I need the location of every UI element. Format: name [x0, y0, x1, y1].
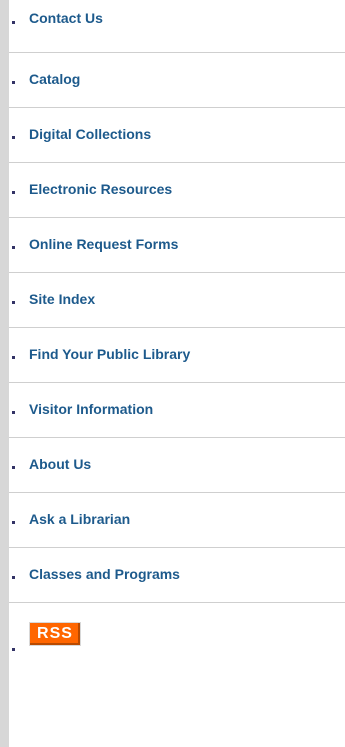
bullet-icon [12, 301, 15, 304]
bullet-icon [12, 191, 15, 194]
nav-link-classes-and-programs[interactable]: Classes and Programs [29, 566, 180, 582]
nav-list: Contact Us Catalog Digital Collections E… [9, 0, 345, 663]
bullet-icon [12, 246, 15, 249]
bullet-icon [12, 81, 15, 84]
left-border [0, 0, 9, 747]
nav-link-online-request-forms[interactable]: Online Request Forms [29, 236, 178, 252]
bullet-icon [12, 466, 15, 469]
nav-link-find-your-public-library[interactable]: Find Your Public Library [29, 346, 190, 362]
nav-link-about-us[interactable]: About Us [29, 456, 91, 472]
nav-item-online-request-forms: Online Request Forms [9, 218, 345, 273]
rss-feed-button[interactable]: RSS [29, 622, 81, 646]
bullet-icon [12, 576, 15, 579]
nav-link-catalog[interactable]: Catalog [29, 71, 80, 87]
bullet-icon [12, 136, 15, 139]
bullet-icon [12, 21, 15, 24]
nav-item-catalog: Catalog [9, 53, 345, 108]
nav-item-ask-a-librarian: Ask a Librarian [9, 493, 345, 548]
nav-link-site-index[interactable]: Site Index [29, 291, 95, 307]
nav-item-electronic-resources: Electronic Resources [9, 163, 345, 218]
nav-item-contact-us: Contact Us [9, 0, 345, 53]
nav-item-about-us: About Us [9, 438, 345, 493]
bullet-icon [12, 356, 15, 359]
nav-item-rss: RSS [9, 603, 345, 663]
bullet-icon [12, 521, 15, 524]
nav-link-contact-us[interactable]: Contact Us [29, 10, 103, 26]
nav-item-find-your-public-library: Find Your Public Library [9, 328, 345, 383]
bullet-icon [12, 648, 15, 651]
side-navigation: Contact Us Catalog Digital Collections E… [0, 0, 345, 747]
nav-item-visitor-information: Visitor Information [9, 383, 345, 438]
nav-link-electronic-resources[interactable]: Electronic Resources [29, 181, 172, 197]
nav-item-classes-and-programs: Classes and Programs [9, 548, 345, 603]
bullet-icon [12, 411, 15, 414]
nav-link-ask-a-librarian[interactable]: Ask a Librarian [29, 511, 130, 527]
nav-item-digital-collections: Digital Collections [9, 108, 345, 163]
nav-link-digital-collections[interactable]: Digital Collections [29, 126, 151, 142]
nav-link-visitor-information[interactable]: Visitor Information [29, 401, 153, 417]
nav-item-site-index: Site Index [9, 273, 345, 328]
